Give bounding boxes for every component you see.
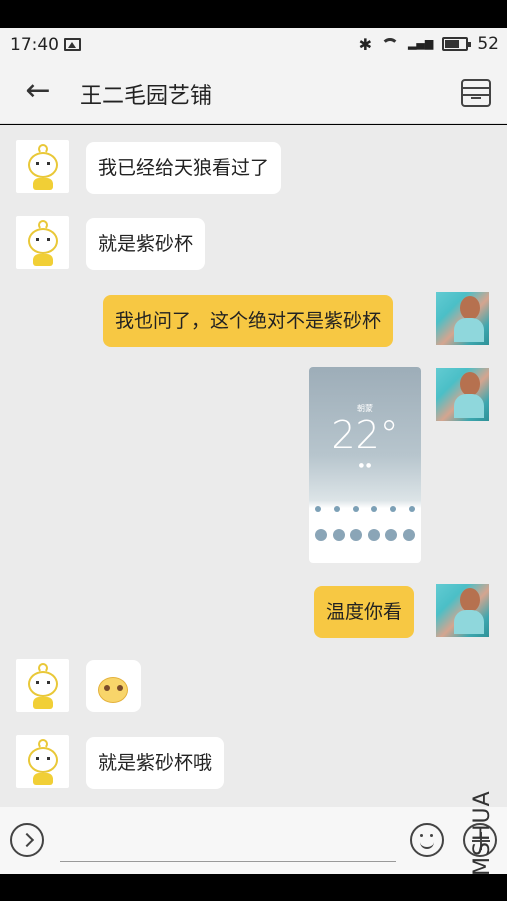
weather-temperature: 22°	[331, 413, 399, 457]
message-bubble[interactable]: 我已经给天狼看过了	[86, 142, 282, 194]
contact-avatar[interactable]	[16, 140, 69, 193]
bottom-black-bar	[0, 874, 507, 901]
image-message[interactable]: 朝蒙 22° ● ●	[309, 367, 421, 563]
chat-header: ← 王二毛园艺铺	[0, 62, 507, 124]
top-black-bar	[0, 0, 507, 28]
weather-detail: ● ●	[358, 462, 372, 469]
shop-icon[interactable]	[461, 79, 491, 107]
bluetooth-icon: ✱	[358, 34, 372, 54]
message-bubble[interactable]: 我也问了，这个绝对不是紫砂杯	[103, 295, 394, 347]
user-avatar[interactable]	[436, 584, 489, 637]
battery-level: 52	[477, 34, 499, 54]
battery-icon	[442, 37, 472, 51]
message-bubble[interactable]: 就是紫砂杯	[86, 218, 206, 270]
user-avatar[interactable]	[436, 292, 489, 345]
input-bar	[0, 807, 507, 874]
message-input[interactable]	[60, 861, 396, 862]
blushing-face-icon	[98, 677, 128, 703]
message-bubble[interactable]: 温度你看	[314, 586, 415, 638]
watermark-text: MSHUA	[470, 790, 495, 876]
chat-title: 王二毛园艺铺	[80, 84, 213, 109]
back-arrow-icon[interactable]: ←	[22, 76, 54, 108]
signal-icon: ▂▄▆	[407, 37, 434, 50]
status-time: 17:40	[10, 35, 59, 55]
status-bar: 17:40 ✱ ▂▄▆ 52	[0, 28, 507, 62]
contact-avatar[interactable]	[16, 735, 69, 788]
emoji-icon[interactable]	[410, 823, 444, 857]
contact-avatar[interactable]	[16, 659, 69, 712]
status-icons: ✱ ▂▄▆ 52	[359, 34, 499, 54]
chat-area[interactable]: 我已经给天狼看过了 就是紫砂杯 我也问了，这个绝对不是紫砂杯 朝蒙 22° ● …	[0, 125, 507, 807]
weather-hourly-row	[315, 500, 415, 516]
wifi-icon	[380, 37, 399, 51]
message-bubble[interactable]: 就是紫砂杯哦	[86, 737, 225, 789]
contact-avatar[interactable]	[16, 216, 69, 269]
user-avatar[interactable]	[436, 368, 489, 421]
voice-icon[interactable]	[10, 823, 44, 857]
image-notification-icon	[64, 38, 81, 51]
weather-forecast-row	[315, 529, 415, 545]
